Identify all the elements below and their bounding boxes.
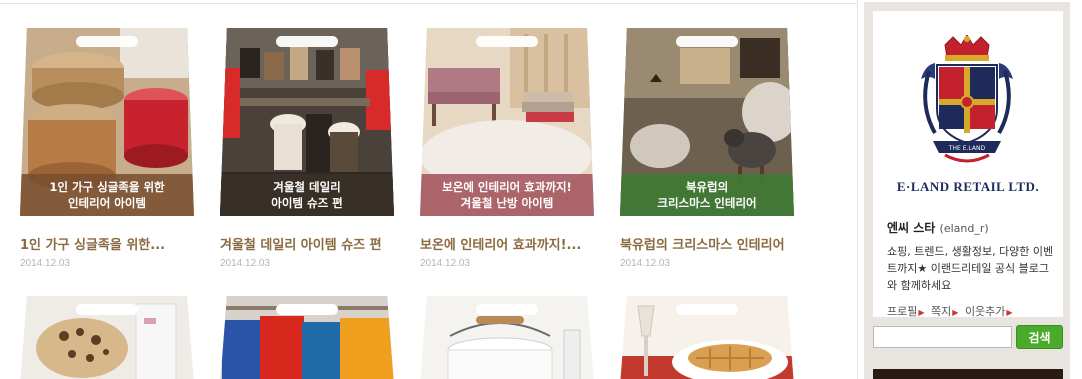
arrow-right-icon: ▶ xyxy=(918,308,925,317)
thumbnail-caption: 북유럽의 크리스마스 인테리어 xyxy=(620,174,794,216)
post-title[interactable]: 1인 가구 싱글족을 위한... xyxy=(20,234,220,253)
post-thumbnail-slippers[interactable] xyxy=(20,296,194,379)
post-grid-area: 1인 가구 싱글족을 위한 인테리어 아이템 1인 가구 싱글족을 위한... … xyxy=(0,0,858,379)
search-button[interactable]: 검색 xyxy=(1016,325,1063,349)
blog-id: (eland_r) xyxy=(939,222,989,235)
post-thumbnail-waffle[interactable] xyxy=(620,296,794,379)
thumbnail-tab xyxy=(76,36,138,47)
blog-nickname[interactable]: 엔씨 스타 (eland_r) xyxy=(887,219,989,236)
post-thumbnail-stools[interactable]: 1인 가구 싱글족을 위한 인테리어 아이템 xyxy=(20,28,194,216)
thumbnail-caption: 1인 가구 싱글족을 위한 인테리어 아이템 xyxy=(20,174,194,216)
blog-search: 검색 xyxy=(873,325,1063,349)
post-title[interactable]: 겨울철 데일리 아이템 슈즈 편 xyxy=(220,234,420,253)
crest-ribbon-text: THE E.LAND xyxy=(948,145,986,152)
sidebar-widget-strip xyxy=(873,369,1063,379)
post-date: 2014.12.03 xyxy=(20,258,71,269)
profile-link[interactable]: 프로필 xyxy=(887,305,917,318)
post-thumbnail-jackets[interactable] xyxy=(220,296,394,379)
caption-line: 1인 가구 싱글족을 위한 xyxy=(49,180,165,194)
thumbnail-caption: 보온에 인테리어 효과까지! 겨울철 난방 아이템 xyxy=(420,174,594,216)
thumbnail-tab xyxy=(676,36,738,47)
post-thumbnail-pot[interactable] xyxy=(420,296,594,379)
post-title[interactable]: 북유럽의 크리스마스 인테리어 xyxy=(620,234,820,253)
caption-line: 인테리어 아이템 xyxy=(67,196,147,210)
thumbnail-tab xyxy=(276,36,338,47)
post-date: 2014.12.03 xyxy=(420,258,471,269)
post-thumbnail-christmas[interactable]: 북유럽의 크리스마스 인테리어 xyxy=(620,28,794,216)
search-input[interactable] xyxy=(873,326,1012,348)
thumbnail-tab xyxy=(676,304,738,315)
thumbnail-tab xyxy=(76,304,138,315)
arrow-right-icon: ▶ xyxy=(952,308,959,317)
caption-line: 아이템 슈즈 편 xyxy=(271,196,343,210)
profile-box: THE E.LAND E·LAND RETAIL LTD. 엔씨 스타 (ela… xyxy=(873,11,1063,319)
post-date: 2014.12.03 xyxy=(220,258,271,269)
arrow-right-icon: ▶ xyxy=(1006,308,1013,317)
post-thumbnail-heating[interactable]: 보온에 인테리어 효과까지! 겨울철 난방 아이템 xyxy=(420,28,594,216)
post-thumbnail-shoes[interactable]: 겨울철 데일리 아이템 슈즈 편 xyxy=(220,28,394,216)
blog-name: 엔씨 스타 xyxy=(887,221,936,235)
thumbnail-tab xyxy=(276,304,338,315)
add-neighbor-link[interactable]: 이웃추가 xyxy=(965,305,1005,318)
caption-line: 보온에 인테리어 효과까지! xyxy=(442,180,572,194)
caption-line: 크리스마스 인테리어 xyxy=(657,196,757,210)
caption-line: 겨울철 난방 아이템 xyxy=(460,196,554,210)
divider xyxy=(0,3,858,4)
thumbnail-caption: 겨울철 데일리 아이템 슈즈 편 xyxy=(220,174,394,216)
caption-line: 겨울철 데일리 xyxy=(273,180,341,194)
blog-description: 쇼핑, 트렌드, 생활정보, 다양한 이벤트까지★ 이랜드리테일 공식 블로그와… xyxy=(887,245,1054,292)
caption-line: 북유럽의 xyxy=(685,180,729,194)
thumbnail-tab xyxy=(476,304,538,315)
thumbnail-tab xyxy=(476,36,538,47)
brand-name: E·LAND RETAIL LTD. xyxy=(896,179,1040,194)
post-title[interactable]: 보온에 인테리어 효과까지!... xyxy=(420,234,620,253)
post-date: 2014.12.03 xyxy=(620,258,671,269)
sidebar: THE E.LAND E·LAND RETAIL LTD. 엔씨 스타 (ela… xyxy=(864,2,1070,379)
message-link[interactable]: 쪽지 xyxy=(931,305,951,318)
profile-links: 프로필▶ 쪽지▶ 이웃추가▶ xyxy=(887,303,1016,319)
eland-crest-logo[interactable]: THE E.LAND xyxy=(915,35,1019,167)
